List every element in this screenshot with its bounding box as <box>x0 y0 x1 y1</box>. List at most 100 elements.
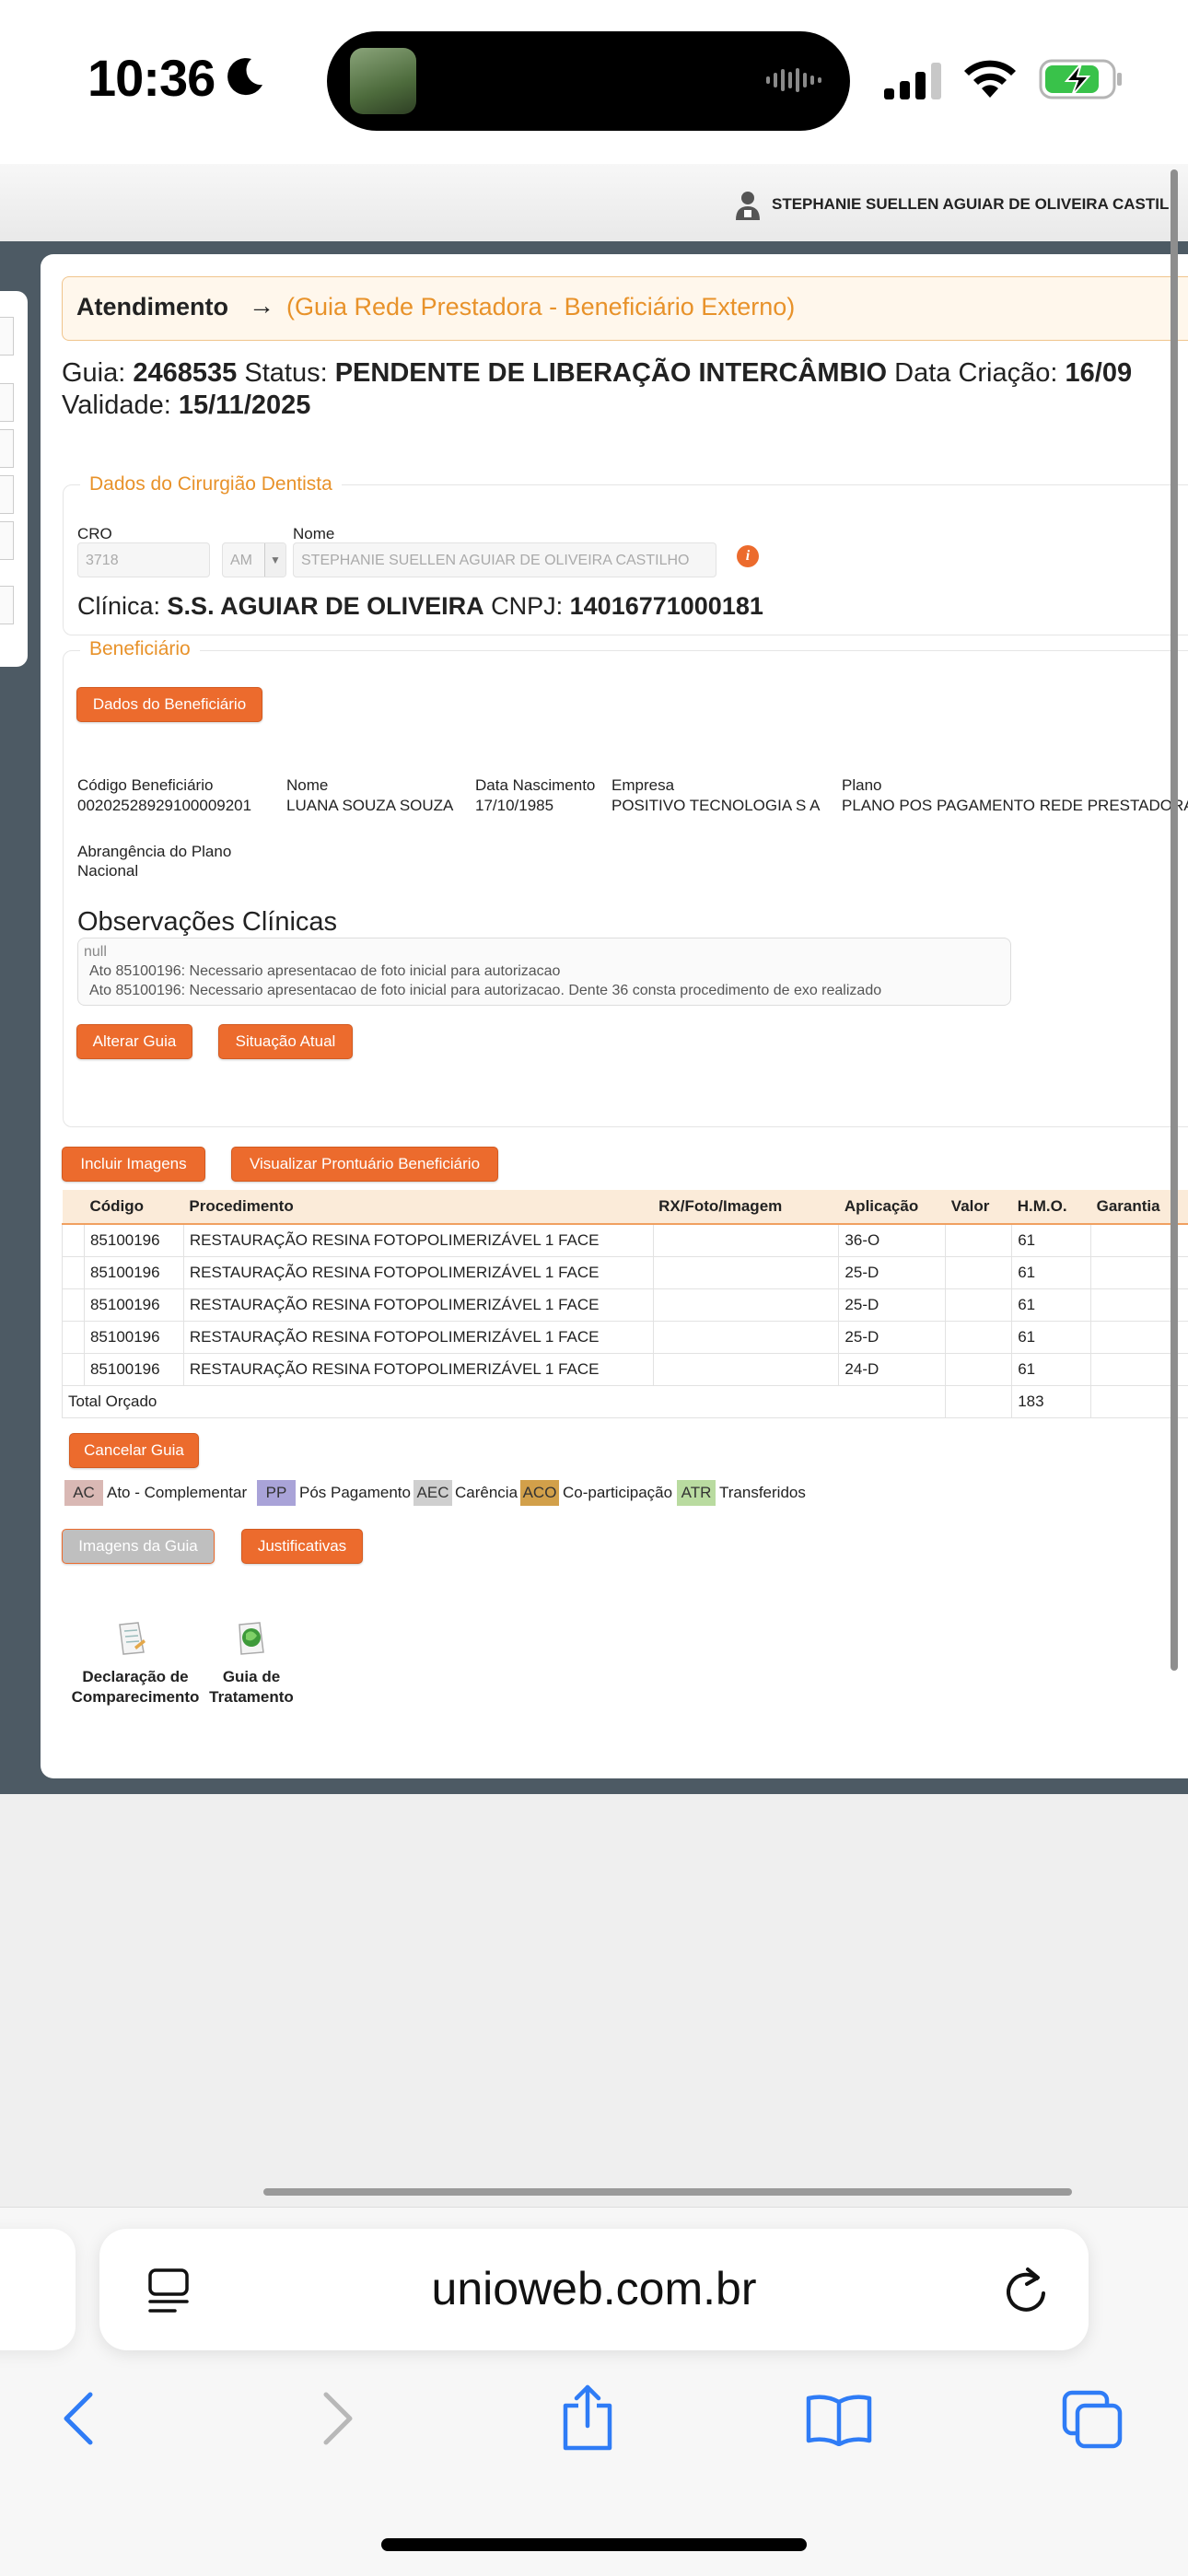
side-panel-edge[interactable] <box>0 291 28 667</box>
nome-dentista-label: Nome <box>293 525 334 543</box>
col-header-aplicacao: Aplicação <box>839 1190 946 1224</box>
cell-aplicacao: 25-D <box>839 1322 946 1354</box>
cell-hmo: 61 <box>1012 1322 1091 1354</box>
document-icon <box>112 1619 151 1658</box>
imagens-guia-button[interactable]: Imagens da Guia <box>62 1529 215 1564</box>
cell-procedimento: RESTAURAÇÃO RESINA FOTOPOLIMERIZÁVEL 1 F… <box>183 1322 653 1354</box>
user-icon <box>735 190 761 221</box>
dados-beneficiario-button[interactable]: Dados do Beneficiário <box>76 687 262 722</box>
guide-icon <box>232 1619 271 1658</box>
total-valor <box>946 1386 1012 1418</box>
cell-procedimento: RESTAURAÇÃO RESINA FOTOPOLIMERIZÁVEL 1 F… <box>183 1257 653 1289</box>
cell <box>63 1224 85 1257</box>
share-icon[interactable] <box>560 2384 615 2452</box>
col-header-valor: Valor <box>946 1190 1012 1224</box>
cell-codigo: 85100196 <box>84 1224 183 1257</box>
cell-valor <box>946 1289 1012 1322</box>
clinica-label: Clínica: <box>77 592 160 620</box>
table-row[interactable]: 85100196RESTAURAÇÃO RESINA FOTOPOLIMERIZ… <box>63 1354 1188 1386</box>
codigo-beneficiario-label: Código Beneficiário <box>77 776 213 795</box>
status-value: PENDENTE DE LIBERAÇÃO INTERCÂMBIO <box>335 358 887 388</box>
page-subtitle: (Guia Rede Prestadora - Beneficiário Ext… <box>286 293 795 321</box>
obs-line: Ato 85100196: Necessario apresentacao de… <box>78 981 1010 1000</box>
cell-valor <box>946 1322 1012 1354</box>
bookmarks-icon[interactable] <box>805 2393 873 2446</box>
declaracao-line1: Declaração de <box>57 1667 214 1687</box>
cell-codigo: 85100196 <box>84 1289 183 1322</box>
cell-procedimento: RESTAURAÇÃO RESINA FOTOPOLIMERIZÁVEL 1 F… <box>183 1224 653 1257</box>
guia-tratamento-line2: Tratamento <box>201 1687 302 1708</box>
table-total-row: Total Orçado 183 <box>63 1386 1188 1418</box>
table-row[interactable]: 85100196RESTAURAÇÃO RESINA FOTOPOLIMERIZ… <box>63 1289 1188 1322</box>
observacoes-textarea[interactable]: null Ato 85100196: Necessario apresentac… <box>77 938 1011 1006</box>
obs-line: Ato 85100196: Necessario apresentacao de… <box>78 962 1010 981</box>
col-header-procedimento: Procedimento <box>183 1190 653 1224</box>
clinica-line: Clínica: S.S. AGUIAR DE OLIVEIRA CNPJ: 1… <box>77 592 763 621</box>
total-label: Total Orçado <box>63 1386 946 1418</box>
validade-value: 15/11/2025 <box>179 390 311 420</box>
table-row[interactable]: 85100196RESTAURAÇÃO RESINA FOTOPOLIMERIZ… <box>63 1257 1188 1289</box>
abrangencia-value: Nacional <box>77 862 138 880</box>
reload-icon[interactable] <box>1004 2264 1050 2315</box>
cell-hmo: 61 <box>1012 1354 1091 1386</box>
uf-select-value: AM <box>230 553 252 568</box>
cell <box>63 1322 85 1354</box>
incluir-imagens-button[interactable]: Incluir Imagens <box>62 1147 205 1182</box>
home-indicator[interactable] <box>381 2538 807 2551</box>
cell-codigo: 85100196 <box>84 1322 183 1354</box>
guia-tratamento-link[interactable]: Guia de Tratamento <box>201 1614 302 1706</box>
nome-beneficiario-label: Nome <box>286 776 328 795</box>
cell-codigo: 85100196 <box>84 1354 183 1386</box>
validade-line: Validade: 15/11/2025 <box>62 390 310 421</box>
legend-text-aec: Carência <box>455 1480 518 1506</box>
cell-procedimento: RESTAURAÇÃO RESINA FOTOPOLIMERIZÁVEL 1 F… <box>183 1289 653 1322</box>
back-icon[interactable] <box>61 2391 96 2446</box>
media-thumbnail <box>350 48 416 114</box>
status-time: 10:36 <box>87 48 215 108</box>
cell-aplicacao: 36-O <box>839 1224 946 1257</box>
vertical-scrollbar[interactable] <box>1171 169 1178 1671</box>
cnpj-value: 14016771000181 <box>570 592 763 620</box>
previous-tab-preview[interactable] <box>0 2229 76 2350</box>
visualizar-prontuario-button[interactable]: Visualizar Prontuário Beneficiário <box>231 1147 498 1182</box>
cell-rx <box>653 1322 839 1354</box>
legend-chip-aco: ACO <box>520 1480 559 1506</box>
alterar-guia-button[interactable]: Alterar Guia <box>76 1024 192 1059</box>
data-criacao-value: 16/09 <box>1066 358 1133 388</box>
procedures-table: Código Procedimento RX/Foto/Imagem Aplic… <box>62 1190 1188 1418</box>
moon-icon <box>224 55 266 98</box>
nome-dentista-input[interactable]: STEPHANIE SUELLEN AGUIAR DE OLIVEIRA CAS… <box>293 542 716 577</box>
forward-icon[interactable] <box>320 2391 355 2446</box>
cell-rx <box>653 1224 839 1257</box>
wifi-icon <box>961 57 1019 99</box>
data-nascimento-label: Data Nascimento <box>475 776 595 795</box>
table-row[interactable]: 85100196RESTAURAÇÃO RESINA FOTOPOLIMERIZ… <box>63 1322 1188 1354</box>
legend-text-aco: Co-participação <box>563 1480 672 1506</box>
cellular-signal-icon <box>884 63 943 99</box>
empresa-value: POSITIVO TECNOLOGIA S A <box>611 797 820 815</box>
cancelar-guia-button[interactable]: Cancelar Guia <box>69 1433 199 1468</box>
cro-input[interactable]: 3718 <box>77 542 210 577</box>
col-header-select <box>63 1190 85 1224</box>
tabs-icon[interactable] <box>1061 2389 1125 2450</box>
cell-valor <box>946 1224 1012 1257</box>
info-icon[interactable]: i <box>737 545 759 567</box>
horizontal-scrollbar[interactable] <box>263 2188 1072 2196</box>
situacao-atual-button[interactable]: Situação Atual <box>218 1024 353 1059</box>
cell-rx <box>653 1289 839 1322</box>
cell-hmo: 61 <box>1012 1289 1091 1322</box>
cell-hmo: 61 <box>1012 1224 1091 1257</box>
declaracao-comparecimento-link[interactable]: Declaração de Comparecimento <box>57 1614 214 1706</box>
justificativas-button[interactable]: Justificativas <box>241 1529 363 1564</box>
cell-rx <box>653 1257 839 1289</box>
empresa-label: Empresa <box>611 776 674 795</box>
audio-wave-icon <box>764 66 823 94</box>
table-header-row: Código Procedimento RX/Foto/Imagem Aplic… <box>63 1190 1188 1224</box>
legend-text-pp: Pós Pagamento <box>299 1480 411 1506</box>
observacoes-title: Observações Clínicas <box>77 907 337 938</box>
uf-select[interactable]: AM▼ <box>222 542 286 577</box>
cell <box>63 1354 85 1386</box>
guia-number: 2468535 <box>133 358 237 388</box>
cell-valor <box>946 1257 1012 1289</box>
table-row[interactable]: 85100196RESTAURAÇÃO RESINA FOTOPOLIMERIZ… <box>63 1224 1188 1257</box>
